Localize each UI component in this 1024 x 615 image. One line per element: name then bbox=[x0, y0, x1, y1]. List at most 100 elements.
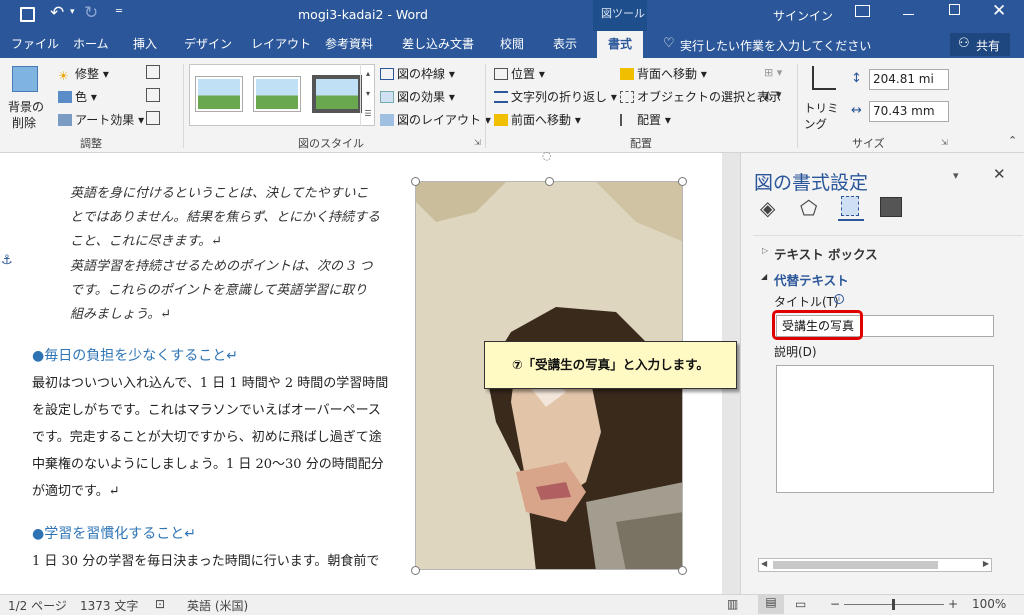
read-mode-icon[interactable]: ▥ bbox=[727, 597, 738, 611]
style-thumbnail-3[interactable] bbox=[312, 75, 362, 113]
collapse-ribbon-icon[interactable]: ⌃ bbox=[1008, 134, 1017, 147]
send-backward-label: 背面へ移動 bbox=[637, 67, 698, 81]
zoom-level[interactable]: 100% bbox=[972, 597, 1006, 611]
artistic-icon bbox=[58, 114, 72, 126]
ribbon-display-icon[interactable] bbox=[855, 5, 870, 17]
picture-border-button[interactable]: 図の枠線 ▾ bbox=[380, 65, 455, 83]
change-picture-icon[interactable] bbox=[146, 88, 160, 102]
layout-label: 図のレイアウト bbox=[397, 113, 482, 127]
wrap-text-button[interactable]: 文字列の折り返し ▾ bbox=[494, 88, 617, 106]
artistic-effects-button[interactable]: アート効果 ▾ bbox=[58, 111, 144, 129]
bring-forward-icon bbox=[494, 114, 508, 126]
fill-line-icon[interactable]: ◈ bbox=[760, 196, 775, 220]
maximize-icon[interactable] bbox=[949, 4, 960, 15]
color-button[interactable]: 色 ▾ bbox=[58, 88, 97, 106]
bring-forward-button[interactable]: 前面へ移動 ▾ bbox=[494, 111, 581, 129]
height-value: 204.81 mi bbox=[873, 72, 934, 86]
share-button[interactable]: ⚇ 共有 bbox=[950, 33, 1010, 56]
section-textbox[interactable]: テキスト ボックス bbox=[774, 244, 878, 263]
crop-label: トリミング bbox=[804, 101, 839, 131]
rotate-icon[interactable]: ◭ ▾ bbox=[764, 88, 781, 101]
doc-line: 中棄権のないようにしましょう。1 日 20～30 分の時間配分 bbox=[32, 457, 384, 472]
reset-picture-icon[interactable] bbox=[146, 111, 160, 125]
ribbon-tabs: ファイル ホーム 挿入 デザイン レイアウト 参考資料 差し込み文書 校閲 表示… bbox=[0, 31, 1024, 58]
resize-handle[interactable] bbox=[678, 177, 687, 186]
crop-icon bbox=[812, 66, 836, 90]
status-bar: 1/2 ページ 1373 文字 ⊡ 英語 (米国) ▥ ▤ ▭ − + 100% bbox=[0, 594, 1024, 615]
scroll-left-icon[interactable]: ◀ bbox=[761, 559, 767, 568]
alt-desc-label: 説明(D) bbox=[774, 345, 817, 359]
tab-design[interactable]: デザイン bbox=[184, 31, 232, 58]
remove-background-button[interactable]: 背景の 削除 bbox=[6, 64, 44, 130]
doc-line: 英語を身に付けるということは、決してたやすいこ bbox=[70, 186, 369, 201]
info-icon: i bbox=[834, 294, 844, 304]
customize-qat-icon[interactable]: ═ bbox=[116, 6, 122, 17]
style-thumbnail-2[interactable] bbox=[254, 77, 300, 111]
layout-properties-icon[interactable] bbox=[838, 195, 864, 221]
height-input[interactable]: 204.81 mi bbox=[869, 69, 949, 90]
width-input[interactable]: 70.43 mm bbox=[869, 101, 949, 122]
pane-close-icon[interactable]: ✕ bbox=[993, 165, 1006, 183]
styles-dialog-launcher[interactable]: ⇲ bbox=[474, 138, 481, 147]
resize-handle[interactable] bbox=[411, 566, 420, 575]
tab-insert[interactable]: 挿入 bbox=[133, 31, 157, 58]
horizontal-scrollbar[interactable]: ◀ ▶ bbox=[758, 558, 992, 572]
tab-home[interactable]: ホーム bbox=[73, 31, 109, 58]
wrap-label: 文字列の折り返し bbox=[511, 90, 608, 104]
undo-icon[interactable]: ↶ bbox=[50, 3, 64, 23]
pane-options-icon[interactable]: ▾ bbox=[953, 169, 959, 182]
resize-handle[interactable] bbox=[678, 566, 687, 575]
alt-desc-input[interactable] bbox=[776, 365, 994, 493]
rotate-handle-icon[interactable]: ◌ bbox=[542, 149, 552, 162]
save-icon[interactable] bbox=[20, 7, 35, 22]
remove-bg-label: 背景の bbox=[8, 100, 45, 114]
print-layout-icon[interactable]: ▤ bbox=[758, 595, 784, 614]
tab-layout[interactable]: レイアウト bbox=[251, 31, 311, 58]
send-backward-button[interactable]: 背面へ移動 ▾ bbox=[620, 65, 707, 83]
close-window-icon[interactable]: ✕ bbox=[992, 1, 1006, 21]
tab-mailings[interactable]: 差し込み文書 bbox=[402, 31, 474, 58]
selection-pane-button[interactable]: オブジェクトの選択と表示 bbox=[620, 88, 781, 106]
word-count[interactable]: 1373 文字 bbox=[80, 597, 138, 614]
tab-format[interactable]: 書式 bbox=[597, 31, 644, 58]
tab-review[interactable]: 校閲 bbox=[500, 31, 524, 58]
tab-view[interactable]: 表示 bbox=[553, 31, 577, 58]
compress-icon[interactable] bbox=[146, 65, 160, 79]
style-thumbnail-1[interactable] bbox=[196, 77, 242, 111]
gallery-scroll[interactable]: ▴ ▾ ☰ bbox=[360, 64, 375, 126]
resize-handle[interactable] bbox=[545, 177, 554, 186]
scroll-thumb[interactable] bbox=[773, 561, 938, 569]
signin-link[interactable]: サインイン bbox=[773, 7, 833, 24]
tell-me-input[interactable]: 実行したい作業を入力してください bbox=[680, 37, 871, 54]
zoom-slider-thumb[interactable] bbox=[892, 599, 895, 610]
tab-file[interactable]: ファイル bbox=[11, 31, 59, 58]
scroll-right-icon[interactable]: ▶ bbox=[983, 559, 989, 568]
section-alt-text[interactable]: 代替テキスト bbox=[774, 270, 849, 289]
position-button[interactable]: 位置 ▾ bbox=[494, 65, 545, 83]
group-objects-icon[interactable]: ⊞ ▾ bbox=[764, 66, 782, 79]
size-dialog-launcher[interactable]: ⇲ bbox=[941, 138, 948, 147]
picture-effects-button[interactable]: 図の効果 ▾ bbox=[380, 88, 455, 106]
minimize-icon[interactable] bbox=[903, 14, 914, 15]
height-icon: ↕ bbox=[851, 71, 862, 86]
language-status[interactable]: 英語 (米国) bbox=[187, 597, 248, 614]
redo-icon[interactable]: ↻ bbox=[84, 3, 98, 23]
corrections-button[interactable]: ☀ 修整 ▾ bbox=[58, 65, 109, 83]
proofing-icon[interactable]: ⊡ bbox=[155, 597, 165, 611]
doc-line: を設定しがちです。これはマラソンでいえばオーバーペース bbox=[32, 403, 381, 418]
resize-handle[interactable] bbox=[411, 177, 420, 186]
effects-pentagon-icon[interactable]: ⬠ bbox=[800, 196, 817, 220]
share-label: 共有 bbox=[976, 39, 1001, 53]
border-icon bbox=[380, 68, 394, 80]
undo-dropdown-icon[interactable]: ▾ bbox=[70, 7, 75, 17]
picture-settings-icon[interactable] bbox=[880, 197, 902, 217]
zoom-out-icon[interactable]: − bbox=[830, 597, 840, 611]
align-button[interactable]: 配置 ▾ bbox=[620, 111, 671, 129]
zoom-in-icon[interactable]: + bbox=[948, 597, 958, 611]
tab-references[interactable]: 参考資料 bbox=[325, 31, 373, 58]
picture-layout-button[interactable]: 図のレイアウト ▾ bbox=[380, 111, 491, 129]
crop-button[interactable]: トリミング bbox=[804, 64, 846, 131]
web-layout-icon[interactable]: ▭ bbox=[795, 597, 806, 611]
send-backward-icon bbox=[620, 68, 634, 80]
page-count[interactable]: 1/2 ページ bbox=[8, 597, 67, 614]
